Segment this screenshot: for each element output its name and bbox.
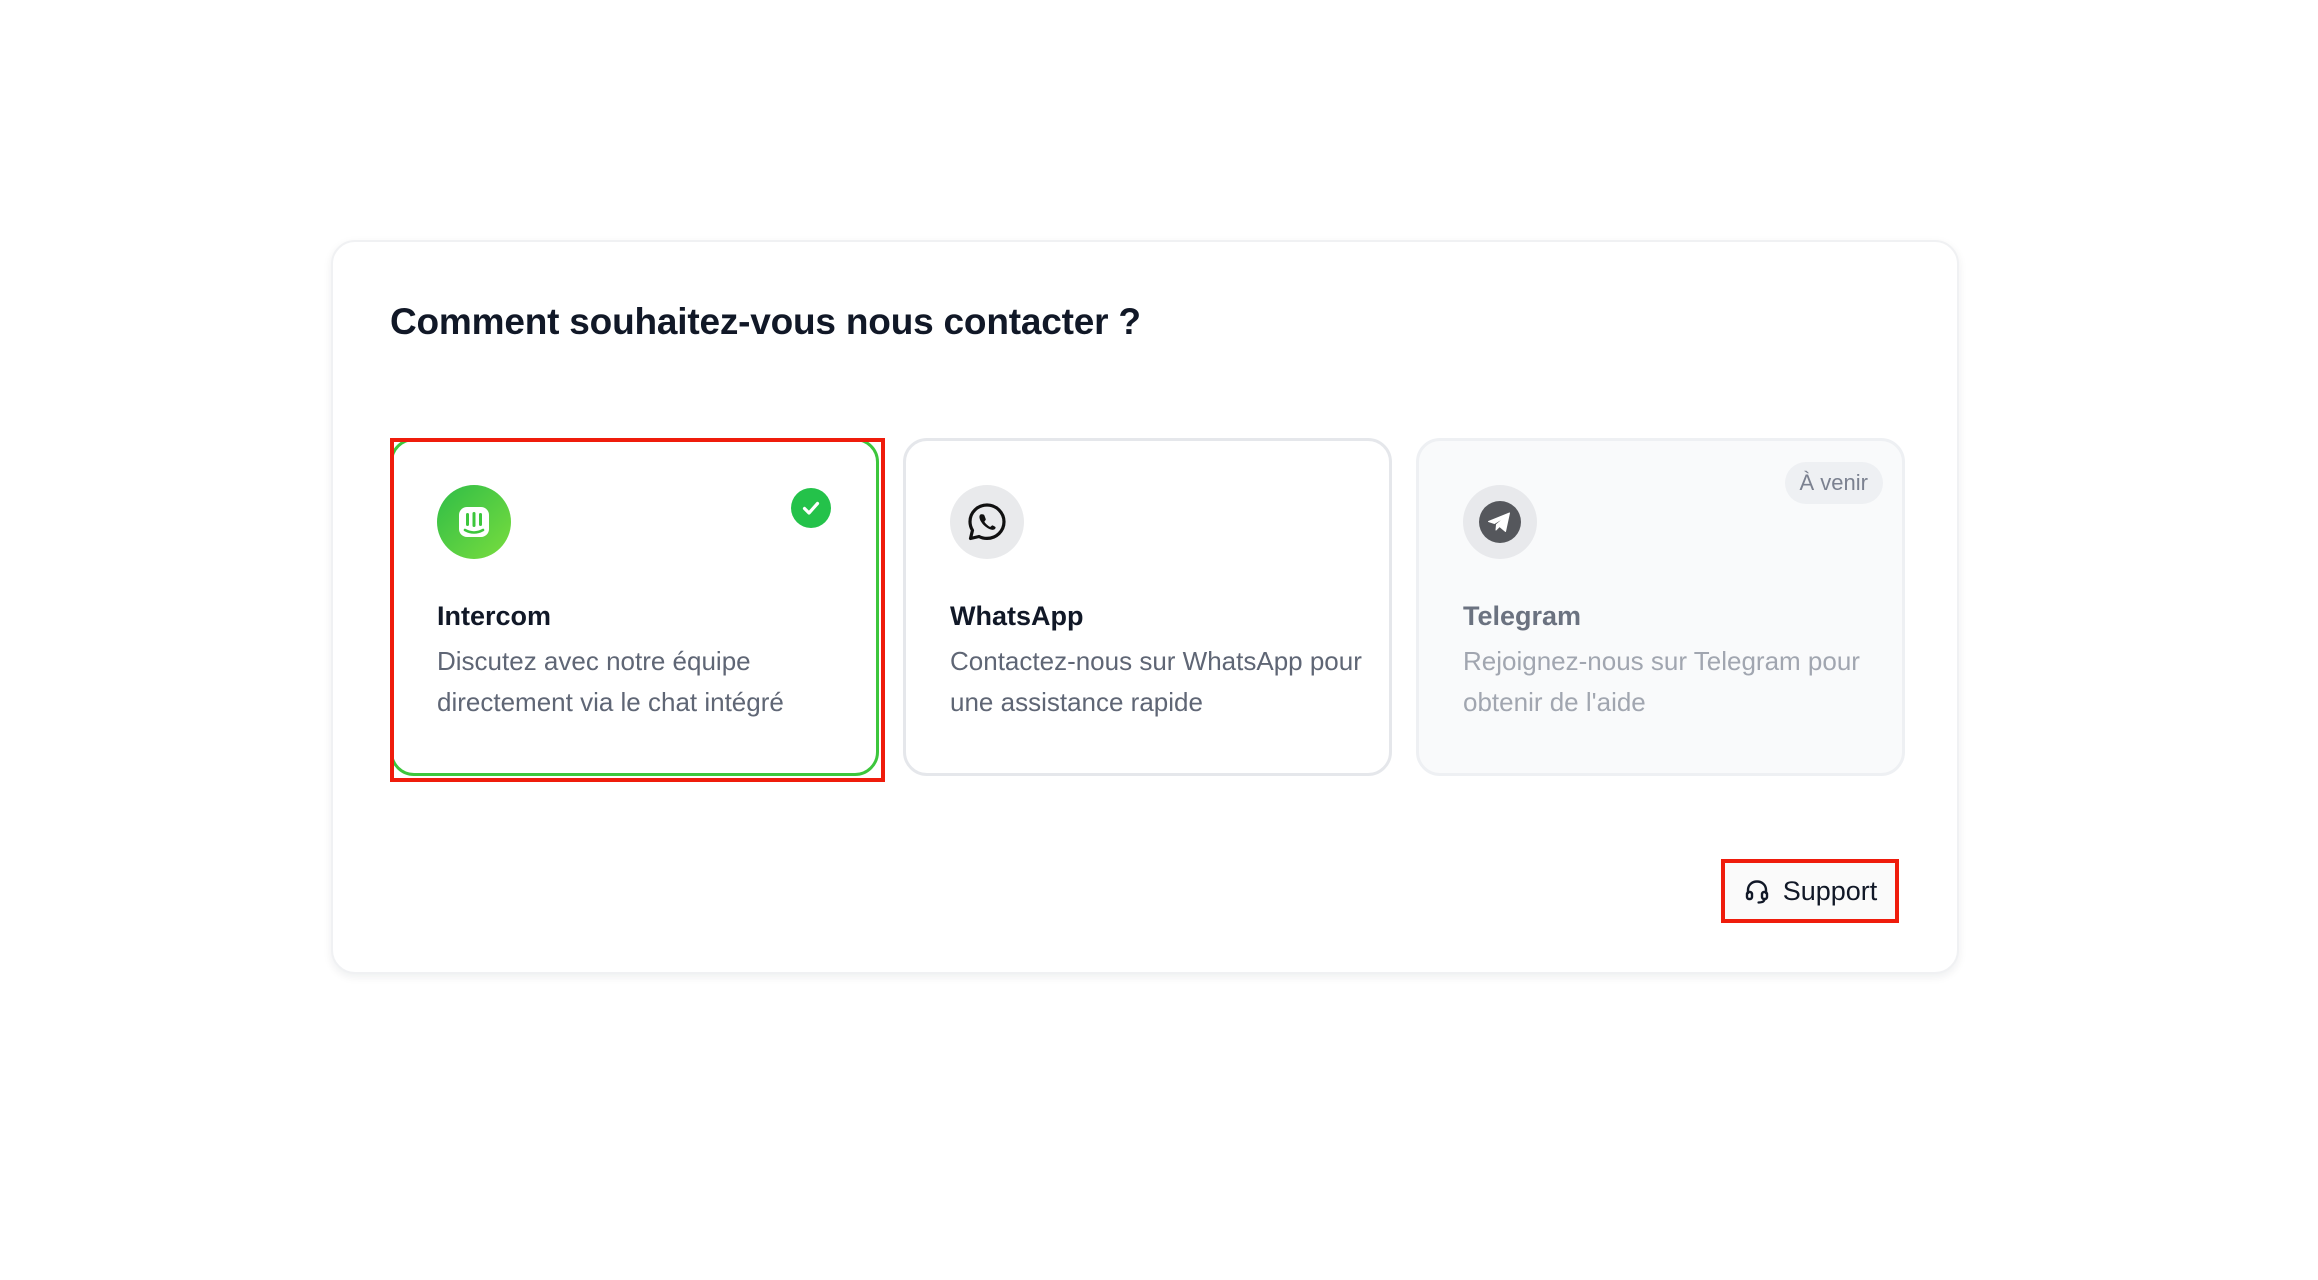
support-button[interactable]: Support <box>1721 859 1899 923</box>
coming-soon-badge: À venir <box>1784 462 1883 504</box>
headset-icon <box>1743 877 1771 905</box>
panel-title: Comment souhaitez-vous nous contacter ? <box>390 301 1141 342</box>
contact-method-panel: Comment souhaitez-vous nous contacter ? <box>331 240 1959 974</box>
option-card-intercom[interactable]: Intercom Discutez avec notre équipe dire… <box>390 438 885 782</box>
option-title: Telegram <box>1463 601 1582 631</box>
option-description: Discutez avec notre équipe directement v… <box>437 646 784 717</box>
contact-options: Intercom Discutez avec notre équipe dire… <box>390 438 1905 782</box>
option-description: Rejoignez-nous sur Telegram pour obtenir… <box>1463 646 1860 717</box>
option-title: WhatsApp <box>950 601 1084 631</box>
whatsapp-icon <box>950 485 1024 559</box>
page: Comment souhaitez-vous nous contacter ? <box>0 0 2318 1280</box>
intercom-icon <box>437 485 511 559</box>
option-description: Contactez-nous sur WhatsApp pour une ass… <box>950 646 1362 717</box>
support-label: Support <box>1782 875 1878 906</box>
telegram-icon <box>1463 485 1537 559</box>
option-card-telegram: À venir Telegram Rejoignez-nous sur Tele… <box>1416 438 1905 776</box>
option-card-whatsapp[interactable]: WhatsApp Contactez-nous sur WhatsApp pou… <box>903 438 1392 776</box>
selected-check-icon <box>791 488 831 528</box>
option-title: Intercom <box>437 601 552 631</box>
